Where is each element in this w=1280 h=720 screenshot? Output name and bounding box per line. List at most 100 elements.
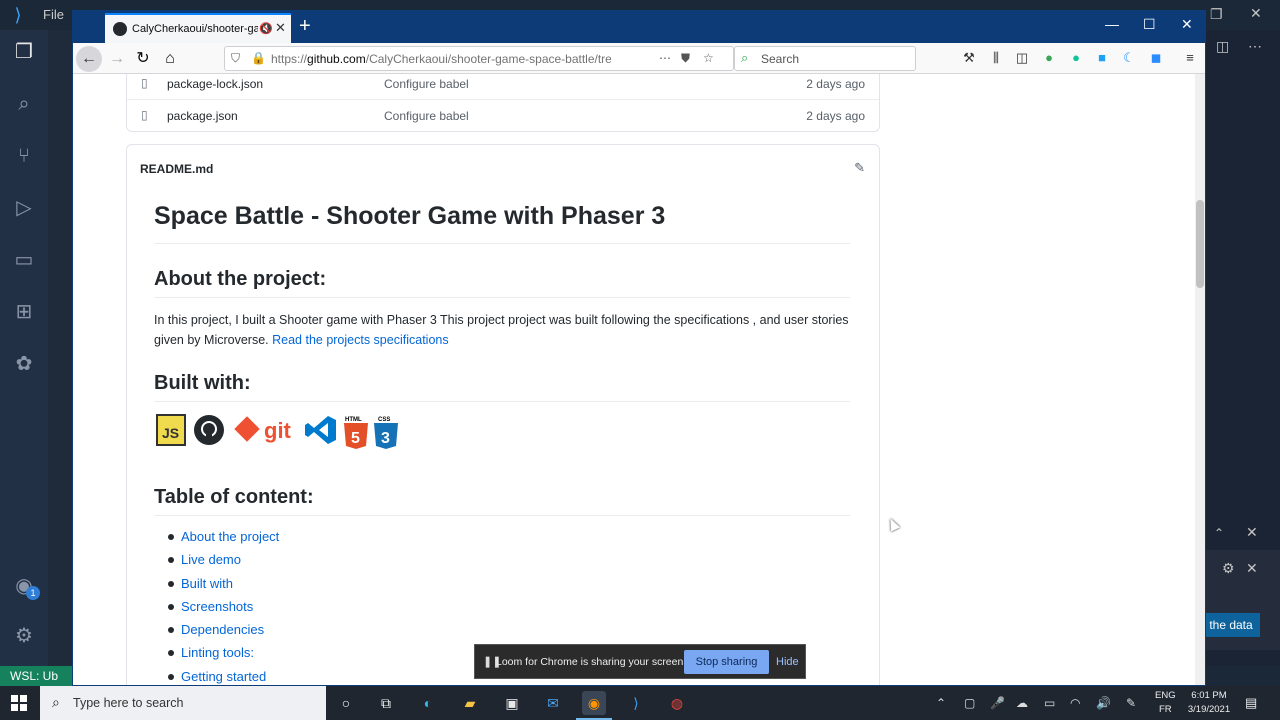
github-favicon-icon — [113, 22, 127, 36]
vscode-taskbar-icon[interactable]: ⟩ — [624, 691, 648, 715]
wifi-icon[interactable]: ◠ — [1070, 696, 1080, 710]
edge-icon[interactable]: ◐ — [416, 691, 440, 715]
zoom-icon[interactable]: ◼ — [1147, 49, 1165, 67]
run-debug-icon[interactable]: ▷ — [12, 196, 36, 220]
library-icon[interactable]: ⫼ — [987, 49, 1005, 67]
page-viewport: ▯ package-lock.json Configure babel 2 da… — [73, 74, 1195, 685]
chrome-icon[interactable]: ◍ — [665, 691, 689, 715]
mail-icon[interactable]: ✉ — [541, 691, 565, 715]
toc-link[interactable]: Dependencies — [181, 622, 264, 637]
clock[interactable]: 6:01 PM 3/19/2021 — [1183, 689, 1235, 717]
file-name[interactable]: package.json — [167, 109, 238, 123]
table-row[interactable]: ▯ package.json Configure babel 2 days ag… — [127, 99, 879, 130]
panel-maximize-icon[interactable]: ⌃ — [1214, 526, 1224, 540]
notification-center-icon[interactable]: ▤ — [1245, 695, 1257, 711]
grammarly-icon[interactable]: ● — [1067, 49, 1085, 67]
toc-link[interactable]: Getting started — [181, 669, 266, 684]
new-tab-icon[interactable]: + — [299, 15, 311, 37]
vscode-menu-file[interactable]: File — [43, 7, 64, 22]
notification-close-icon[interactable]: ✕ — [1246, 560, 1258, 577]
git-logo-text: git — [264, 418, 292, 443]
stop-sharing-button[interactable]: Stop sharing — [684, 650, 769, 674]
minimize-icon[interactable]: — — [1105, 16, 1119, 32]
notification-gear-icon[interactable]: ⚙ — [1222, 560, 1235, 577]
explorer-icon[interactable]: ❐ — [12, 40, 36, 64]
paw-icon[interactable]: ✿ — [12, 352, 36, 376]
commit-message[interactable]: Configure babel — [384, 77, 469, 91]
commit-message[interactable]: Configure babel — [384, 109, 469, 123]
battery-icon[interactable]: ▭ — [1044, 696, 1055, 710]
source-control-icon[interactable]: ⑂ — [12, 144, 36, 168]
back-icon[interactable]: ← — [76, 46, 102, 72]
toc-link[interactable]: About the project — [181, 529, 279, 544]
extension-color-icon[interactable]: ● — [1040, 49, 1058, 67]
firefox-icon[interactable]: ◉ — [582, 691, 606, 715]
url-bar[interactable]: ⛉ 🔒 https://github.com/CalyCherkaoui/sho… — [224, 46, 734, 71]
readme-filename: README.md — [140, 162, 214, 176]
js-logo-text: JS — [162, 425, 179, 441]
maximize-icon[interactable]: ☐ — [1143, 16, 1156, 33]
mute-tab-icon[interactable]: 🔇 — [259, 22, 273, 35]
manage-gear-icon[interactable]: ⚙ — [12, 624, 36, 648]
page-actions-icon[interactable]: ⋯ — [659, 51, 671, 65]
cortana-icon[interactable]: ○ — [334, 691, 358, 715]
toc-link[interactable]: Built with — [181, 576, 233, 591]
windows-start-icon[interactable] — [11, 695, 27, 711]
readme-content: Space Battle - Shooter Game with Phaser … — [154, 200, 850, 685]
pen-icon[interactable]: ✎ — [1126, 696, 1136, 710]
remote-indicator[interactable]: WSL: Ub — [0, 666, 72, 686]
toc-link[interactable]: Live demo — [181, 552, 241, 567]
close-tab-icon[interactable]: ✕ — [275, 20, 286, 36]
restore-icon[interactable]: ❐ — [1210, 6, 1223, 23]
notification-action-button[interactable]: the data — [1202, 613, 1260, 637]
panel-close-icon[interactable]: ✕ — [1246, 524, 1258, 541]
wrench-icon[interactable]: ⚒ — [960, 49, 978, 67]
readme-title: Space Battle - Shooter Game with Phaser … — [154, 200, 850, 244]
file-name[interactable]: package-lock.json — [167, 77, 263, 91]
extensions-icon[interactable]: ⊞ — [12, 300, 36, 324]
toc-link[interactable]: Screenshots — [181, 599, 253, 614]
taskbar-search-box[interactable]: ⌕ Type here to search — [40, 686, 326, 720]
page-scrollbar[interactable] — [1195, 74, 1205, 685]
extension-s-icon[interactable]: ■ — [1093, 49, 1111, 67]
search-box[interactable]: ⌕ Search — [734, 46, 916, 71]
language-indicator[interactable]: ENG FR — [1155, 689, 1176, 717]
forward-icon[interactable]: → — [106, 48, 128, 70]
pocket-icon[interactable]: ⛊ — [681, 51, 690, 66]
close-window-icon[interactable]: ✕ — [1250, 5, 1262, 22]
tray-app-icon[interactable]: ▢ — [964, 696, 975, 710]
file-explorer-icon[interactable]: ▰ — [458, 691, 482, 715]
bookmark-star-icon[interactable]: ☆ — [703, 51, 714, 65]
more-actions-icon[interactable]: ⋯ — [1248, 38, 1262, 55]
sidebar-icon[interactable]: ◫ — [1013, 49, 1031, 67]
shield-icon[interactable]: ⛉ — [231, 51, 240, 66]
table-row[interactable]: ▯ package-lock.json Configure babel 2 da… — [127, 74, 879, 99]
reload-icon[interactable]: ↻ — [132, 48, 154, 70]
menu-icon[interactable]: ≡ — [1181, 49, 1199, 67]
vscode-titlebar-right: ❐ ✕ — [1206, 0, 1280, 30]
svg-text:5: 5 — [351, 430, 360, 447]
scrollbar-thumb[interactable] — [1196, 200, 1204, 288]
edit-pencil-icon[interactable]: ✎ — [854, 160, 865, 176]
onedrive-icon[interactable]: ☁ — [1016, 696, 1028, 710]
toc-link[interactable]: Linting tools: — [181, 645, 254, 660]
specifications-link[interactable]: Read the projects specifications — [272, 333, 448, 347]
extension-c-icon[interactable]: ☾ — [1120, 49, 1138, 67]
microphone-icon[interactable]: 🎤 — [990, 696, 1005, 710]
tab-bar: CalyCherkaoui/shooter-gam 🔇 ✕ + — ☐ ✕ — [73, 11, 1205, 43]
home-icon[interactable]: ⌂ — [159, 48, 181, 70]
task-view-icon[interactable]: ⧉ — [374, 691, 398, 715]
tray-overflow-icon[interactable]: ⌃ — [936, 696, 946, 710]
about-text: In this project, I built a Shooter game … — [154, 313, 849, 347]
file-list: ▯ package-lock.json Configure babel 2 da… — [126, 74, 880, 132]
store-icon[interactable]: ▣ — [500, 691, 524, 715]
commit-age: 2 days ago — [806, 109, 865, 123]
close-window-icon[interactable]: ✕ — [1181, 16, 1193, 33]
browser-tab[interactable]: CalyCherkaoui/shooter-gam 🔇 ✕ — [105, 13, 291, 43]
lock-icon[interactable]: 🔒 — [251, 51, 266, 65]
remote-explorer-icon[interactable]: ▭ — [12, 248, 36, 272]
search-icon[interactable]: ⌕ — [12, 92, 36, 116]
volume-icon[interactable]: 🔊 — [1096, 696, 1111, 710]
hide-button[interactable]: Hide — [776, 656, 799, 668]
split-editor-icon[interactable]: ◫ — [1216, 38, 1229, 55]
